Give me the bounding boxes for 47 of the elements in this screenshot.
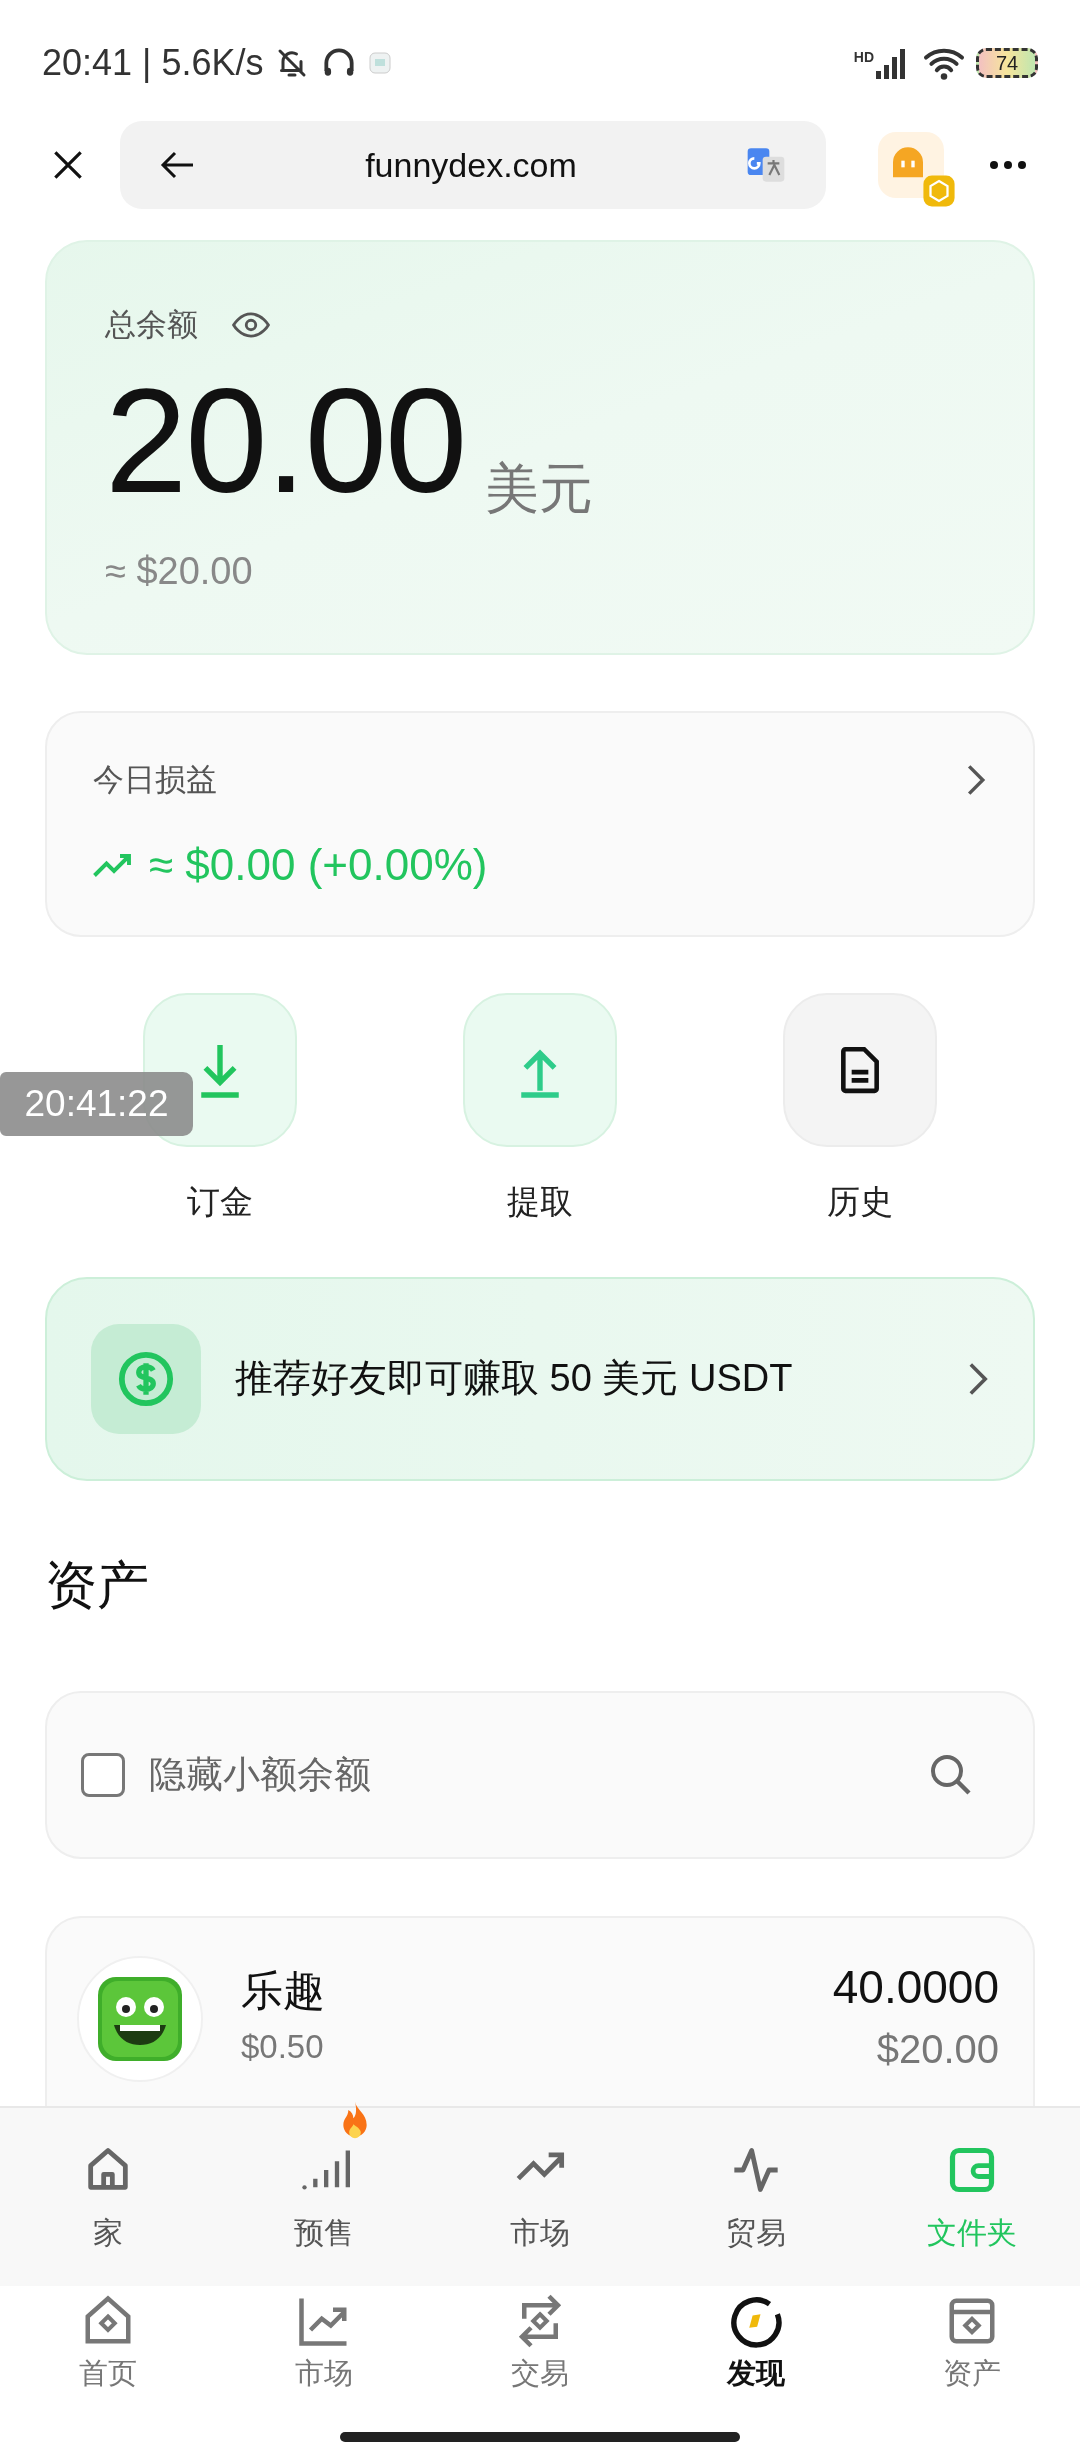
back-arrow-icon[interactable] xyxy=(160,150,196,180)
app-tab[interactable]: 市场 xyxy=(216,2294,432,2460)
app-tab[interactable]: 资产 xyxy=(864,2294,1080,2460)
document-icon xyxy=(839,1045,881,1095)
network-speed-text: | 5.6K/s xyxy=(142,40,264,85)
total-balance-label: 总余额 xyxy=(105,306,198,344)
token-row[interactable]: 乐趣 $0.50 40.0000 $20.00 xyxy=(45,1915,1035,2107)
hide-small-balance-label: 隐藏小额余额 xyxy=(149,1752,372,1797)
translate-icon[interactable] xyxy=(746,145,786,185)
currency-text: 美元 xyxy=(485,456,594,520)
token-price: $0.50 xyxy=(241,2026,325,2067)
app-tab[interactable]: 交易 xyxy=(432,2294,648,2460)
url-text: funnydex.com xyxy=(364,144,578,186)
action-label: 订金 xyxy=(187,1182,253,1222)
token-value: $20.00 xyxy=(876,2025,999,2073)
compass-icon xyxy=(729,2294,783,2348)
action-label: 提取 xyxy=(507,1182,573,1222)
site-tab[interactable]: 贸易 xyxy=(648,2144,864,2286)
site-tab[interactable]: 市场 xyxy=(432,2144,648,2286)
site-tab[interactable]: 预售 xyxy=(216,2144,432,2286)
recording-timestamp: 20:41:22 xyxy=(0,1072,193,1136)
hide-small-balance-checkbox[interactable] xyxy=(81,1752,125,1797)
history-button[interactable] xyxy=(783,993,937,1147)
address-bar[interactable]: funnydex.com xyxy=(120,121,826,209)
cube-badge-icon xyxy=(922,174,956,208)
more-icon xyxy=(989,160,1027,170)
notification-icon xyxy=(367,50,392,75)
token-name: 乐趣 xyxy=(241,1965,325,2016)
app-tab[interactable]: 发现 xyxy=(648,2294,864,2460)
eye-icon[interactable] xyxy=(232,312,270,339)
app-tab[interactable]: 首页 xyxy=(0,2294,216,2460)
network-type-text: HD xyxy=(853,47,874,67)
pnl-label: 今日损益 xyxy=(93,761,217,799)
approx-usd-text: ≈ $20.00 xyxy=(105,548,254,594)
balance-amount: 20.00 xyxy=(105,366,466,515)
referral-banner[interactable]: 推荐好友即可赚取 50 美元 USDT xyxy=(45,1276,1035,1481)
action-label: 历史 xyxy=(827,1182,893,1222)
token-amount: 40.0000 xyxy=(832,1959,999,2015)
site-tab[interactable]: 家 xyxy=(0,2144,216,2286)
pnl-value: ≈ $0.00 (+0.00%) xyxy=(149,838,488,891)
battery-level-text: 74 xyxy=(995,52,1019,73)
pnl-card[interactable]: 今日损益 ≈ $0.00 (+0.00%) xyxy=(45,711,1035,937)
assets-heading: 资产 xyxy=(45,1558,150,1611)
clock-text: 20:41 xyxy=(42,40,133,85)
referral-text: 推荐好友即可赚取 50 美元 USDT xyxy=(235,1356,794,1401)
chevron-right-icon xyxy=(965,763,987,798)
dollar-circle-icon xyxy=(117,1349,175,1408)
